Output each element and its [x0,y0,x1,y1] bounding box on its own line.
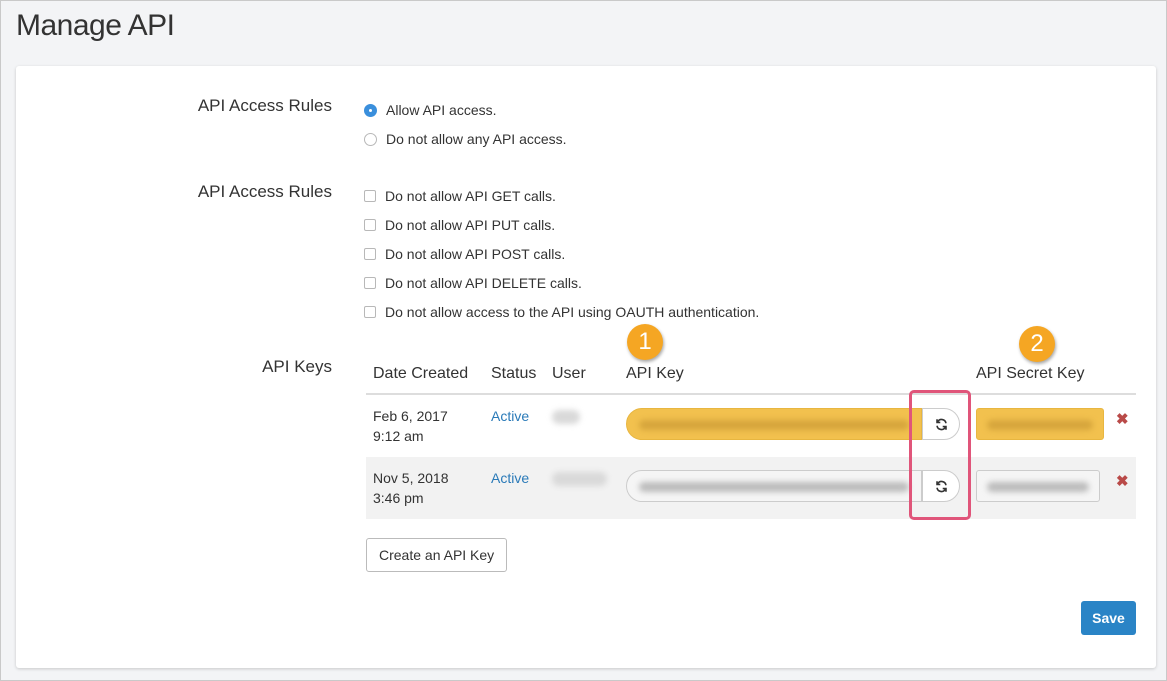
page-title: Manage API [16,9,175,42]
col-status: Status [491,365,537,382]
access-rules-label: API Access Rules [197,96,332,115]
time-value: 3:46 pm [373,490,424,506]
api-settings-card: API Access Rules Allow API access. Do no… [16,66,1156,668]
deny-put-option[interactable]: Do not allow API PUT calls. [364,215,555,235]
date-created: Feb 6, 2017 9:12 am [373,406,448,446]
api-keys-label: API Keys [262,357,332,376]
deny-api-access-label[interactable]: Do not allow any API access. [386,131,567,147]
allow-api-access-radio[interactable] [364,103,377,117]
call-rules-label: API Access Rules [197,182,332,201]
deny-post-checkbox[interactable] [364,248,376,260]
table-row: Nov 5, 2018 3:46 pm Active ✖ [366,457,1136,519]
user-name-redacted [552,410,580,424]
api-key-field[interactable] [626,470,922,502]
date-created: Nov 5, 2018 3:46 pm [373,468,449,508]
deny-get-checkbox[interactable] [364,190,376,202]
save-button[interactable]: Save [1081,601,1136,635]
refresh-buttons-highlight [909,390,971,520]
api-secret-field[interactable] [976,408,1104,440]
api-key-field[interactable] [626,408,922,440]
deny-put-checkbox[interactable] [364,219,376,231]
deny-api-access-radio[interactable] [364,132,377,146]
user-name-redacted [552,472,607,486]
deny-post-option[interactable]: Do not allow API POST calls. [364,244,565,264]
deny-api-access-option[interactable]: Do not allow any API access. [364,129,567,149]
deny-delete-checkbox[interactable] [364,277,376,289]
callout-badge-1: 1 [627,324,663,360]
deny-oauth-checkbox[interactable] [364,306,376,318]
date-value: Feb 6, 2017 [373,408,448,424]
callout-badge-2: 2 [1019,326,1055,362]
deny-put-label[interactable]: Do not allow API PUT calls. [385,217,555,233]
create-api-key-button[interactable]: Create an API Key [366,538,508,572]
api-keys-table: Date Created Status User API Key API Sec… [366,351,1136,519]
col-api-secret-key: API Secret Key [976,365,1085,382]
delete-x-icon[interactable]: ✖ [1116,410,1129,428]
deny-delete-option[interactable]: Do not allow API DELETE calls. [364,273,582,293]
deny-delete-label[interactable]: Do not allow API DELETE calls. [385,275,582,291]
col-api-key: API Key [626,365,684,382]
col-user: User [552,365,586,382]
delete-x-icon[interactable]: ✖ [1116,472,1129,490]
date-value: Nov 5, 2018 [373,470,449,486]
deny-get-label[interactable]: Do not allow API GET calls. [385,188,556,204]
deny-post-label[interactable]: Do not allow API POST calls. [385,246,565,262]
status-link[interactable]: Active [491,406,529,426]
status-link[interactable]: Active [491,468,529,488]
col-date-created: Date Created [373,365,469,382]
deny-get-option[interactable]: Do not allow API GET calls. [364,186,556,206]
table-row: Feb 6, 2017 9:12 am Active ✖ [366,395,1136,457]
deny-oauth-option[interactable]: Do not allow access to the API using OAU… [364,302,759,322]
api-secret-field[interactable] [976,470,1100,502]
deny-oauth-label[interactable]: Do not allow access to the API using OAU… [385,304,759,320]
allow-api-access-option[interactable]: Allow API access. [364,100,497,120]
table-header: Date Created Status User API Key API Sec… [366,351,1136,395]
allow-api-access-label[interactable]: Allow API access. [386,102,497,118]
time-value: 9:12 am [373,428,424,444]
